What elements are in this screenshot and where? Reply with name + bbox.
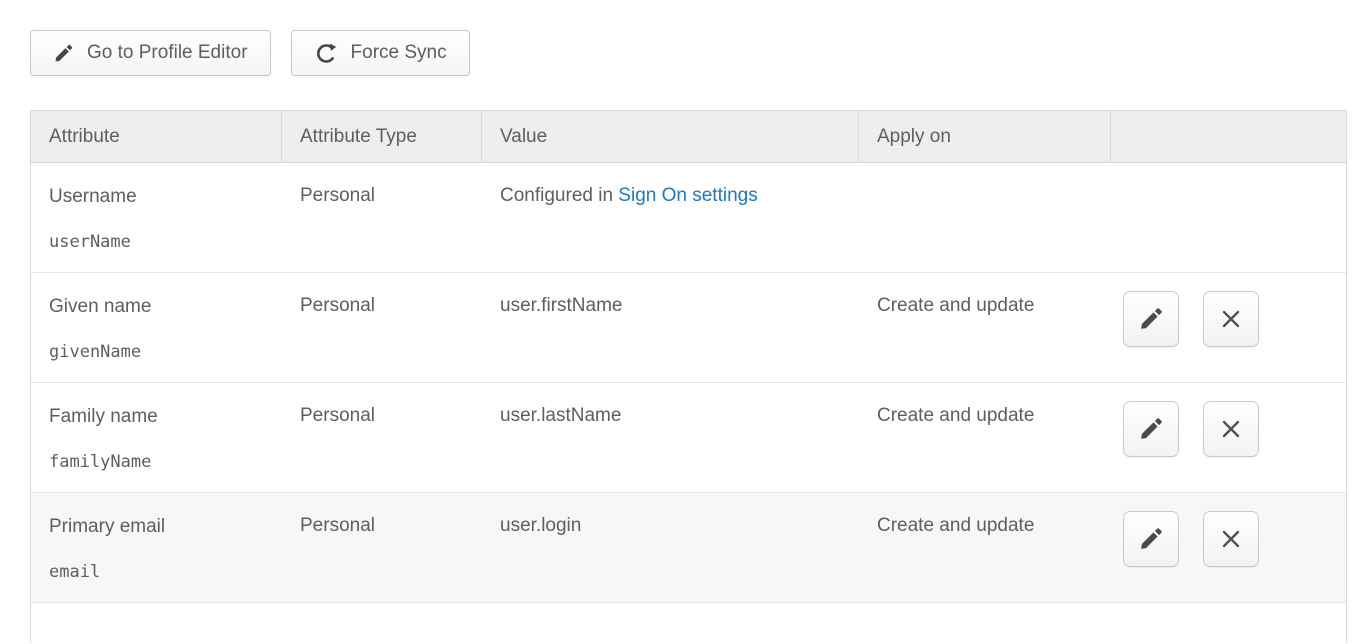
attribute-type-cell: Personal <box>282 383 482 492</box>
table-row-partial <box>31 603 1346 643</box>
go-to-profile-editor-button[interactable]: Go to Profile Editor <box>30 30 271 76</box>
pencil-icon <box>53 43 74 64</box>
go-to-profile-editor-label: Go to Profile Editor <box>87 42 248 64</box>
edit-attribute-button[interactable] <box>1123 511 1179 567</box>
value-cell: user.login <box>482 493 859 602</box>
edit-attribute-button[interactable] <box>1123 401 1179 457</box>
delete-attribute-button[interactable] <box>1203 401 1259 457</box>
header-attribute-type: Attribute Type <box>282 111 482 162</box>
close-icon <box>1219 527 1243 551</box>
toolbar: Go to Profile Editor Force Sync <box>30 30 470 76</box>
apply-on-cell: Create and update <box>859 273 1111 382</box>
value-cell: user.lastName <box>482 383 859 492</box>
table-row-primary-email: Primary email email Personal user.login … <box>31 493 1346 603</box>
table-row-given-name: Given name givenName Personal user.first… <box>31 273 1346 383</box>
table-row-family-name: Family name familyName Personal user.las… <box>31 383 1346 493</box>
attribute-variable: familyName <box>49 452 264 472</box>
apply-on-cell: Create and update <box>859 493 1111 602</box>
force-sync-label: Force Sync <box>351 42 447 64</box>
delete-attribute-button[interactable] <box>1203 291 1259 347</box>
attribute-variable: email <box>49 562 264 582</box>
actions-cell <box>1111 493 1346 602</box>
attribute-cell: Primary email email <box>31 493 282 602</box>
attribute-label: Primary email <box>49 515 264 538</box>
sign-on-settings-link[interactable]: Sign On settings <box>618 185 757 206</box>
table-header-row: Attribute Attribute Type Value Apply on <box>31 111 1346 163</box>
header-attribute: Attribute <box>31 111 282 162</box>
apply-on-cell <box>859 163 1111 272</box>
actions-cell <box>1111 163 1346 272</box>
sync-icon <box>314 41 338 65</box>
pencil-icon <box>1138 416 1164 442</box>
value-text: Configured in <box>500 185 618 206</box>
header-apply-on: Apply on <box>859 111 1111 162</box>
value-cell: Configured in Sign On settings <box>482 163 859 272</box>
pencil-icon <box>1138 306 1164 332</box>
edit-attribute-button[interactable] <box>1123 291 1179 347</box>
actions-cell <box>1111 273 1346 382</box>
attribute-type-cell: Personal <box>282 273 482 382</box>
pencil-icon <box>1138 526 1164 552</box>
force-sync-button[interactable]: Force Sync <box>291 30 470 76</box>
header-actions <box>1111 111 1346 162</box>
attribute-variable: givenName <box>49 342 264 362</box>
close-icon <box>1219 307 1243 331</box>
apply-on-cell: Create and update <box>859 383 1111 492</box>
actions-cell <box>1111 383 1346 492</box>
attribute-cell: Family name familyName <box>31 383 282 492</box>
attribute-type-cell: Personal <box>282 163 482 272</box>
attribute-label: Given name <box>49 295 264 318</box>
table-row-username: Username userName Personal Configured in… <box>31 163 1346 273</box>
attribute-label: Family name <box>49 405 264 428</box>
attribute-variable: userName <box>49 232 264 252</box>
attribute-cell: Given name givenName <box>31 273 282 382</box>
attribute-label: Username <box>49 185 264 208</box>
close-icon <box>1219 417 1243 441</box>
attribute-type-cell: Personal <box>282 493 482 602</box>
delete-attribute-button[interactable] <box>1203 511 1259 567</box>
attribute-cell: Username userName <box>31 163 282 272</box>
value-cell: user.firstName <box>482 273 859 382</box>
header-value: Value <box>482 111 859 162</box>
attribute-mappings-table: Attribute Attribute Type Value Apply on … <box>30 110 1347 643</box>
